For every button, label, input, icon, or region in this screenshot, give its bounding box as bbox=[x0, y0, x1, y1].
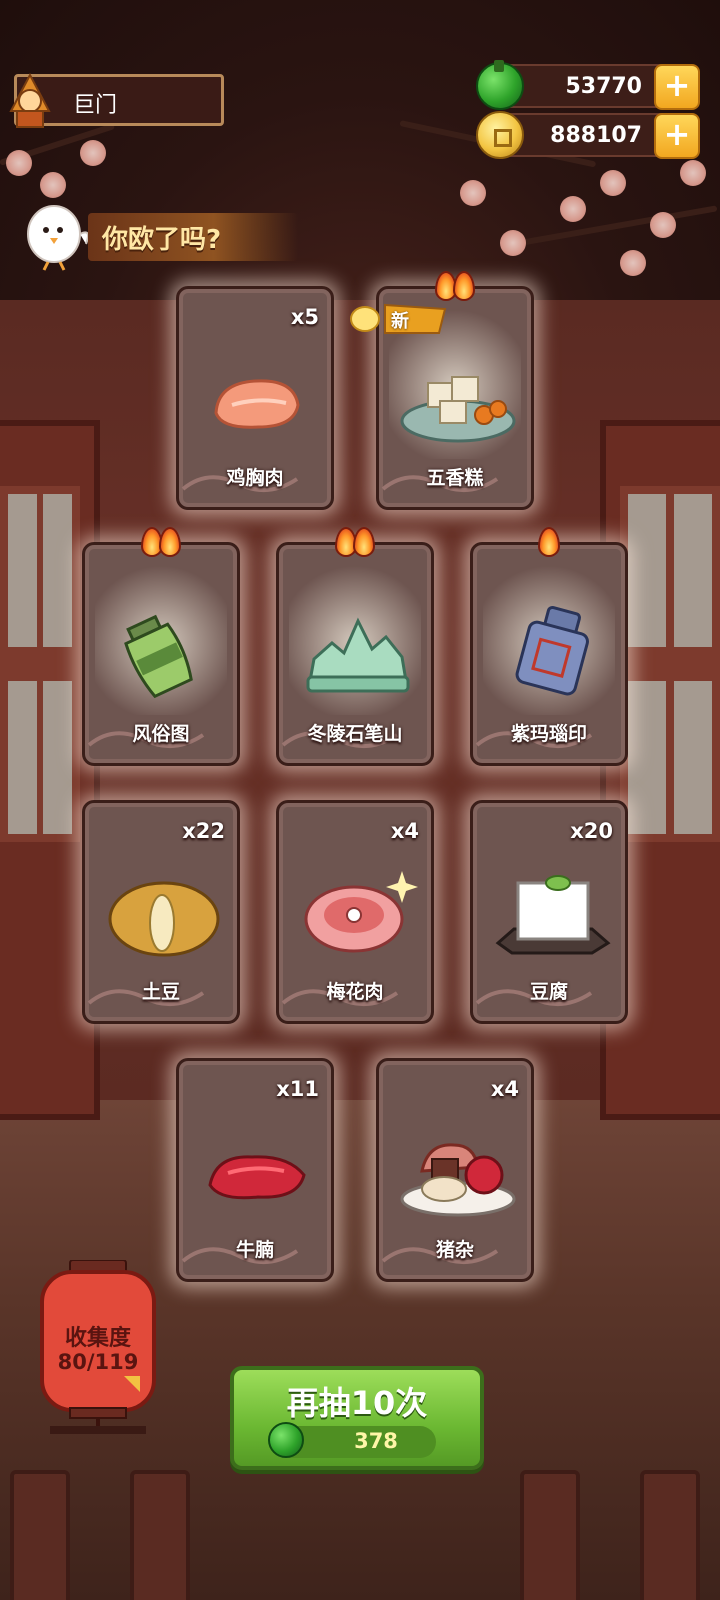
rarity-flames bbox=[85, 527, 237, 561]
reward-card[interactable]: x4 猪杂 bbox=[376, 1058, 534, 1282]
chicken-breast-icon bbox=[214, 379, 300, 429]
jade-brush-rest-icon bbox=[306, 617, 410, 693]
plum-blossom bbox=[500, 230, 526, 256]
banner-text: 你欧了吗? bbox=[102, 225, 222, 255]
reward-card[interactable]: 新 五香糕 bbox=[350, 271, 534, 510]
plum-blossom bbox=[650, 212, 676, 238]
card-name: 梅花肉 bbox=[326, 981, 384, 1003]
agate-seal-icon bbox=[515, 605, 589, 696]
flame-icon bbox=[353, 527, 375, 557]
draw-cost-value: 378 bbox=[354, 1429, 398, 1453]
reward-card[interactable]: 风俗图 bbox=[82, 527, 240, 766]
reward-card[interactable]: x5 鸡胸肉 bbox=[176, 286, 334, 510]
pork-shoulder-icon bbox=[304, 871, 418, 953]
draw-again-button[interactable]: 再抽10次 378 bbox=[230, 1366, 484, 1470]
plum-blossom bbox=[460, 180, 486, 206]
card-count: x22 bbox=[182, 819, 225, 843]
card-name: 土豆 bbox=[141, 981, 180, 1003]
pork-offal-icon bbox=[400, 1143, 516, 1217]
coin-currency-counter: 888107 + bbox=[476, 111, 700, 159]
wooden-fence-post bbox=[520, 1470, 580, 1600]
card-name: 鸡胸肉 bbox=[226, 467, 284, 489]
card-count: x4 bbox=[490, 1077, 519, 1101]
reward-card[interactable]: x4 梅花肉 bbox=[276, 800, 434, 1024]
card-count: x5 bbox=[290, 305, 319, 329]
jade-gem-icon bbox=[476, 60, 524, 110]
luck-banner: 你欧了吗? bbox=[88, 213, 298, 261]
card-name: 猪杂 bbox=[435, 1239, 474, 1261]
plum-blossom bbox=[560, 196, 586, 222]
beef-brisket-icon bbox=[208, 1155, 306, 1200]
collection-progress: 80/119 bbox=[57, 1350, 139, 1374]
plum-blossom bbox=[680, 160, 706, 186]
location-name: 巨门 bbox=[73, 93, 118, 118]
wooden-fence-post bbox=[640, 1470, 700, 1600]
draw-cost: 378 bbox=[268, 1422, 436, 1458]
flame-icon bbox=[159, 527, 181, 557]
card-name: 牛腩 bbox=[235, 1239, 274, 1261]
rarity-flames bbox=[279, 527, 431, 561]
card-name: 冬陵石笔山 bbox=[307, 723, 403, 745]
card-name: 豆腐 bbox=[529, 981, 568, 1003]
copper-coin-icon bbox=[476, 111, 524, 159]
wooden-fence-post bbox=[130, 1470, 190, 1600]
wooden-fence-post bbox=[10, 1470, 70, 1600]
reward-card[interactable]: x11 牛腩 bbox=[176, 1058, 334, 1282]
reward-card[interactable]: x20 豆腐 bbox=[470, 800, 628, 1024]
new-badge: 新 bbox=[349, 299, 449, 339]
plum-blossom bbox=[600, 170, 626, 196]
collection-label: 收集度 bbox=[64, 1326, 131, 1351]
plum-blossom bbox=[80, 140, 106, 166]
plum-blossom bbox=[620, 250, 646, 276]
card-count: x20 bbox=[570, 819, 613, 843]
rarity-flames bbox=[473, 527, 625, 561]
jade-currency-counter: 53770 + bbox=[476, 60, 700, 110]
plum-blossom bbox=[6, 150, 32, 176]
potato-icon bbox=[108, 881, 220, 957]
card-name: 紫玛瑙印 bbox=[510, 723, 587, 745]
coin-amount: 888107 bbox=[550, 123, 642, 148]
card-count: x4 bbox=[390, 819, 419, 843]
add-jade-button[interactable]: + bbox=[654, 64, 700, 110]
reward-card[interactable]: 冬陵石笔山 bbox=[276, 527, 434, 766]
location-banner[interactable]: 巨门 bbox=[9, 72, 224, 128]
flame-icon bbox=[453, 271, 475, 301]
new-label: 新 bbox=[391, 311, 409, 332]
draw-again-label: 再抽10次 bbox=[286, 1384, 428, 1422]
jade-amount: 53770 bbox=[565, 74, 642, 99]
collection-lantern[interactable]: 收集度 80/119 bbox=[36, 1259, 160, 1436]
chick-mascot-icon bbox=[27, 205, 89, 271]
custom-painting-jar-icon bbox=[124, 614, 193, 699]
reward-card[interactable]: 紫玛瑙印 bbox=[470, 527, 628, 766]
card-count: x11 bbox=[276, 1077, 319, 1101]
card-name: 五香糕 bbox=[426, 467, 484, 489]
five-spice-cake-icon bbox=[400, 376, 516, 443]
add-coin-button[interactable]: + bbox=[654, 113, 700, 159]
general-avatar-icon bbox=[9, 72, 51, 128]
reward-card[interactable]: x22 土豆 bbox=[82, 800, 240, 1024]
flame-icon bbox=[538, 527, 560, 557]
tofu-icon bbox=[495, 875, 611, 955]
jade-gem-icon bbox=[268, 1422, 304, 1458]
card-name: 风俗图 bbox=[132, 723, 190, 745]
